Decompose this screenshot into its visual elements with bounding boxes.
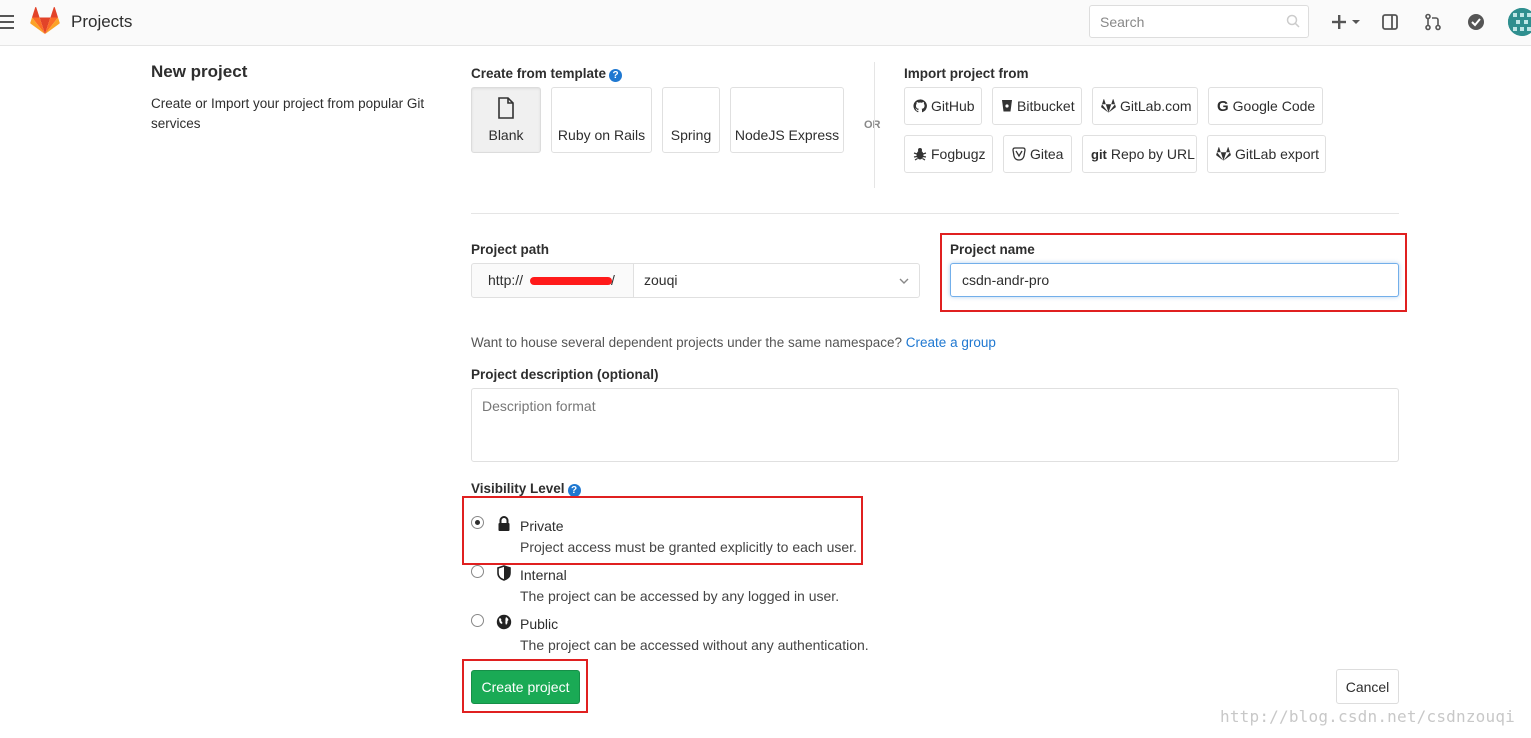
visibility-private-description: Project access must be granted explicitl… (520, 539, 857, 555)
import-github-button[interactable]: GitHub (904, 87, 982, 125)
search-icon (1286, 14, 1300, 28)
create-project-button[interactable]: Create project (471, 670, 580, 704)
visibility-internal-radio[interactable] (471, 565, 484, 578)
sidebar-toggle-icon[interactable] (1379, 11, 1401, 33)
search-input[interactable] (1090, 6, 1270, 37)
gitlab-logo-icon[interactable] (30, 7, 60, 35)
visibility-public-description: The project can be accessed without any … (520, 637, 869, 653)
navbar-title[interactable]: Projects (71, 12, 132, 32)
menu-icon[interactable] (0, 15, 14, 29)
or-divider-label: OR (864, 119, 881, 131)
section-divider (471, 213, 1399, 214)
visibility-public-radio[interactable] (471, 614, 484, 627)
gitea-icon (1012, 147, 1026, 161)
chevron-down-icon (1352, 20, 1360, 24)
template-label: Spring (670, 127, 712, 143)
template-label: Blank (488, 127, 524, 143)
gitlab-icon (1216, 147, 1231, 161)
shield-icon (495, 564, 512, 581)
visibility-level-label: Visibility Level? (471, 481, 581, 497)
project-name-input[interactable] (950, 263, 1399, 297)
git-icon: git (1091, 146, 1107, 162)
chevron-down-icon (899, 278, 909, 284)
top-navbar: Projects (0, 0, 1531, 46)
template-label: NodeJS Express (734, 127, 840, 143)
import-gitlab-export-button[interactable]: GitLab export (1207, 135, 1326, 173)
plus-icon (1332, 15, 1346, 29)
import-google-code-button[interactable]: G Google Code (1208, 87, 1323, 125)
visibility-private-title: Private (520, 518, 564, 534)
import-bitbucket-button[interactable]: Bitbucket (992, 87, 1082, 125)
lock-icon (495, 515, 512, 532)
merge-request-icon[interactable] (1422, 11, 1444, 33)
template-spring[interactable]: Spring (662, 87, 720, 153)
cancel-button[interactable]: Cancel (1336, 669, 1399, 704)
bitbucket-icon (1001, 99, 1013, 113)
visibility-public-title: Public (520, 616, 559, 632)
import-fogbugz-button[interactable]: Fogbugz (904, 135, 993, 173)
globe-icon (495, 613, 512, 630)
bug-icon (913, 147, 927, 161)
help-icon[interactable]: ? (567, 484, 581, 497)
file-icon (498, 97, 514, 119)
todo-check-icon[interactable] (1465, 11, 1487, 33)
import-section-label: Import project from (904, 66, 1029, 81)
template-label: Ruby on Rails (557, 127, 646, 143)
vertical-divider (874, 62, 875, 188)
search-box[interactable] (1089, 5, 1309, 38)
visibility-internal-description: The project can be accessed by any logge… (520, 588, 840, 604)
page-title: New project (151, 62, 248, 81)
redacted-host (530, 277, 612, 285)
project-description-label: Project description (optional) (471, 367, 659, 382)
import-gitea-button[interactable]: Gitea (1003, 135, 1072, 173)
new-dropdown-button[interactable] (1328, 11, 1364, 33)
template-blank[interactable]: Blank (471, 87, 541, 153)
namespace-select[interactable]: zouqi (633, 263, 920, 298)
gitlab-icon (1101, 99, 1116, 113)
import-repo-by-url-button[interactable]: git Repo by URL (1082, 135, 1197, 173)
visibility-private-radio[interactable] (471, 516, 484, 529)
project-path-label: Project path (471, 242, 550, 257)
path-slash: / (611, 272, 615, 288)
import-gitlab-com-button[interactable]: GitLab.com (1092, 87, 1198, 125)
group-hint: Want to house several dependent projects… (471, 335, 996, 350)
page-description: Create or Import your project from popul… (151, 96, 425, 131)
github-icon (913, 99, 927, 113)
watermark: http://blog.csdn.net/csdnzouqi (1220, 707, 1515, 726)
avatar[interactable] (1508, 8, 1531, 36)
google-icon: G (1217, 97, 1229, 115)
visibility-internal-title: Internal (520, 567, 567, 583)
help-icon[interactable]: ? (609, 69, 623, 82)
template-nodejs-express[interactable]: NodeJS Express (730, 87, 844, 153)
template-section-label: Create from template? (471, 66, 623, 82)
project-description-input[interactable] (471, 388, 1399, 462)
create-group-link[interactable]: Create a group (906, 335, 996, 350)
template-ruby-on-rails[interactable]: Ruby on Rails (551, 87, 652, 153)
project-name-label: Project name (950, 242, 1035, 257)
